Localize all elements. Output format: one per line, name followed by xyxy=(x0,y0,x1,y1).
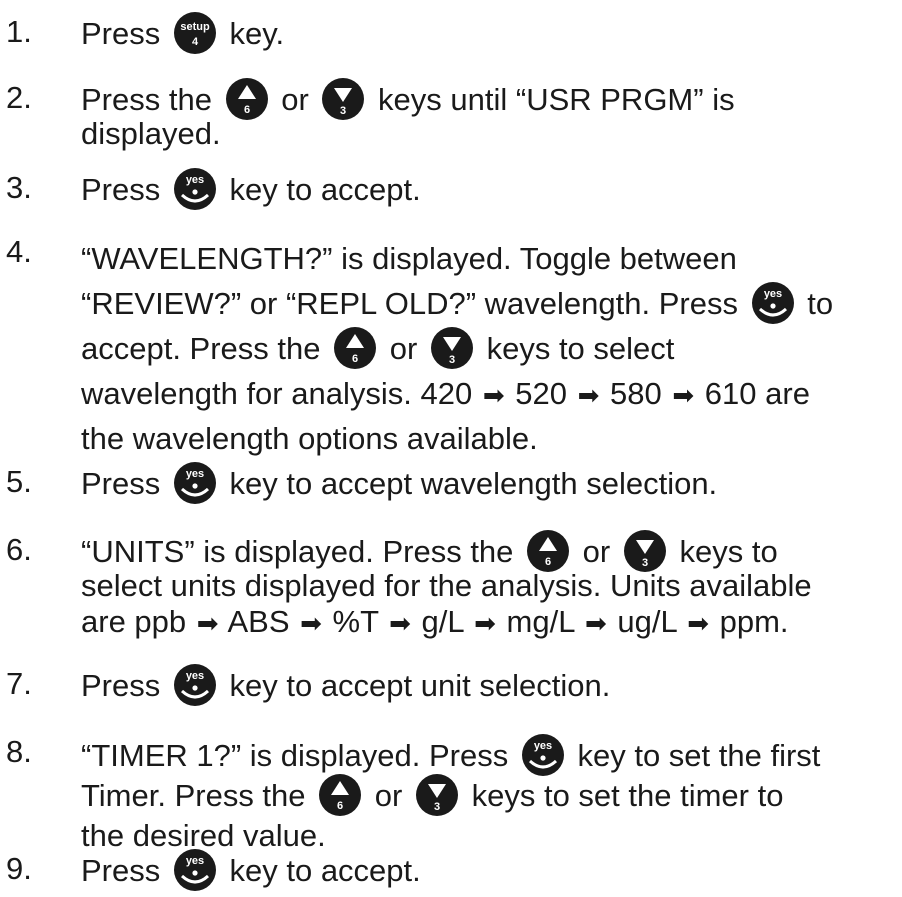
up-arrow-key-icon: 6 xyxy=(333,326,377,370)
step-text: Press the xyxy=(81,82,212,118)
step-text: “TIMER 1?” is displayed. Press xyxy=(81,738,509,773)
down-arrow-key-icon: 3 xyxy=(623,529,667,573)
step-text: key to accept. xyxy=(229,172,421,208)
step-text: the wavelength options available. xyxy=(81,421,538,456)
svg-text:6: 6 xyxy=(337,800,343,812)
step-text: Timer. Press the xyxy=(81,778,306,813)
step-text: 610 are xyxy=(704,376,810,411)
step-number: 3. xyxy=(6,170,32,205)
step-text: mg/L xyxy=(506,604,575,639)
yes-key-icon: yes xyxy=(172,663,217,707)
step-text: ug/L xyxy=(617,604,677,639)
step-number: 6. xyxy=(6,532,32,567)
step-text: keys until “USR PRGM” is xyxy=(378,82,735,118)
down-arrow-key-icon: 3 xyxy=(430,326,474,370)
step-text: select units displayed for the analysis.… xyxy=(81,568,812,603)
step-text: “UNITS” is displayed. Press the xyxy=(81,534,514,570)
svg-text:yes: yes xyxy=(186,468,204,480)
yes-key-icon: yes xyxy=(172,461,217,505)
svg-text:6: 6 xyxy=(545,556,551,568)
right-arrow-icon: ➡ xyxy=(672,380,695,410)
step-text: ABS xyxy=(227,604,290,639)
up-arrow-key-icon: 6 xyxy=(318,773,362,817)
svg-text:4: 4 xyxy=(192,36,199,48)
setup-key-icon: setup 4 xyxy=(173,11,217,55)
step-text: are ppb xyxy=(81,604,187,639)
yes-key-icon: yes xyxy=(172,848,217,892)
down-arrow-key-icon: 3 xyxy=(415,773,459,817)
step-text: Press xyxy=(81,466,161,502)
step-text: or xyxy=(389,331,418,366)
svg-text:yes: yes xyxy=(763,288,781,300)
step-number: 8. xyxy=(6,734,32,769)
down-arrow-key-icon: 3 xyxy=(321,77,365,121)
step-number: 7. xyxy=(6,666,32,701)
step-text: 520 xyxy=(515,376,567,411)
right-arrow-icon: ➡ xyxy=(482,380,505,410)
step-text: key to accept unit selection. xyxy=(229,668,611,704)
up-arrow-key-icon: 6 xyxy=(225,77,269,121)
step-text: or xyxy=(281,82,309,118)
right-arrow-icon: ➡ xyxy=(584,608,607,638)
step-text: Press xyxy=(81,172,161,208)
svg-text:3: 3 xyxy=(340,105,346,117)
step-text: g/L xyxy=(421,604,464,639)
step-text: ppm. xyxy=(719,604,789,639)
instruction-page: { "keys": { "setup": "setup", "setup_num… xyxy=(0,0,902,897)
step-text: Press xyxy=(81,16,161,52)
svg-text:3: 3 xyxy=(434,801,440,813)
svg-text:3: 3 xyxy=(642,557,648,569)
svg-text:setup: setup xyxy=(180,21,210,33)
yes-key-icon: yes xyxy=(520,732,565,777)
up-arrow-key-icon: 6 xyxy=(526,529,570,573)
svg-text:6: 6 xyxy=(244,104,250,116)
step-text: accept. Press the xyxy=(81,331,321,366)
step-number: 4. xyxy=(6,234,32,269)
svg-text:yes: yes xyxy=(186,670,204,682)
right-arrow-icon: ➡ xyxy=(687,608,709,638)
right-arrow-icon: ➡ xyxy=(300,608,322,638)
svg-text:yes: yes xyxy=(534,740,552,752)
right-arrow-icon: ➡ xyxy=(577,380,600,410)
step-text: Press xyxy=(81,853,161,889)
step-text: keys to select xyxy=(486,331,675,366)
step-text: displayed. xyxy=(81,116,221,151)
svg-text:yes: yes xyxy=(186,855,204,867)
step-text: key to set the first xyxy=(577,738,821,773)
step-text: key to accept wavelength selection. xyxy=(229,466,718,502)
step-text: keys to xyxy=(679,534,778,570)
right-arrow-icon: ➡ xyxy=(389,608,411,638)
step-text: key to accept. xyxy=(229,853,421,889)
step-number: 1. xyxy=(6,14,32,49)
right-arrow-icon: ➡ xyxy=(196,608,219,638)
step-text: keys to set the timer to xyxy=(471,778,784,813)
step-text: wavelength for analysis. 420 xyxy=(81,376,473,411)
step-text: to xyxy=(807,286,834,321)
yes-key-icon: yes xyxy=(750,280,795,325)
step-text: “REVIEW?” or “REPL OLD?” wavelength. Pre… xyxy=(81,286,738,321)
step-text: key. xyxy=(229,16,285,52)
step-number: 9. xyxy=(6,851,32,886)
svg-text:3: 3 xyxy=(449,354,455,366)
step-text: %T xyxy=(332,604,379,639)
step-number: 5. xyxy=(6,464,32,499)
step-text: or xyxy=(582,534,611,570)
step-text: Press xyxy=(81,668,161,704)
svg-text:yes: yes xyxy=(186,174,204,186)
step-text: “WAVELENGTH?” is displayed. Toggle betwe… xyxy=(81,241,737,276)
svg-text:6: 6 xyxy=(352,353,358,365)
yes-key-icon: yes xyxy=(172,167,217,211)
step-text: or xyxy=(374,778,403,813)
right-arrow-icon: ➡ xyxy=(474,608,496,638)
step-text: 580 xyxy=(610,376,662,411)
step-number: 2. xyxy=(6,80,32,115)
